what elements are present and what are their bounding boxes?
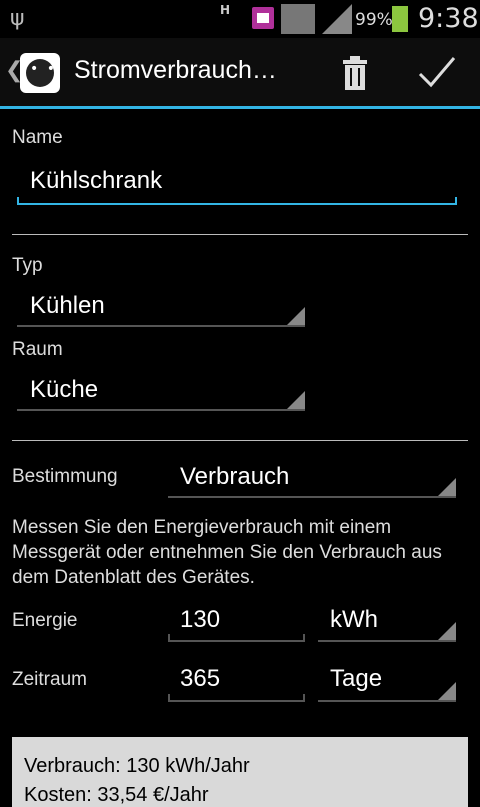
energie-field-underline (168, 634, 305, 642)
spinner-arrow-icon (438, 622, 456, 640)
action-bar: ❮ Stromverbrauch… (0, 38, 480, 106)
delete-icon[interactable] (340, 56, 370, 90)
raum-spinner-underline (17, 409, 305, 411)
section-divider (12, 440, 468, 441)
clock: 9:38 (418, 3, 479, 34)
zeitraum-unit-underline (318, 700, 456, 702)
app-icon[interactable] (20, 53, 60, 93)
battery-percent: 99% (355, 10, 393, 30)
energie-field[interactable]: 130 (180, 606, 220, 634)
battery-icon (392, 6, 408, 32)
name-field-underline (17, 197, 457, 205)
status-bar: ψ H 99% 9:38 (0, 0, 480, 38)
typ-label: Typ (12, 255, 43, 276)
spinner-arrow-icon (287, 391, 305, 409)
confirm-check-icon[interactable] (418, 54, 456, 90)
zeitraum-unit-spinner[interactable]: Tage (330, 665, 382, 693)
cell-signal-icon (322, 4, 352, 34)
typ-spinner-underline (17, 325, 305, 327)
spinner-arrow-icon (438, 478, 456, 496)
zeitraum-field[interactable]: 365 (180, 665, 220, 693)
bestimmung-spinner[interactable]: Verbrauch (180, 463, 289, 491)
action-bar-divider (0, 106, 480, 109)
typ-spinner[interactable]: Kühlen (30, 292, 105, 320)
network-type-icon: H (220, 3, 231, 17)
spinner-arrow-icon (287, 307, 305, 325)
page-title: Stromverbrauch… (74, 56, 277, 84)
name-label: Name (12, 127, 63, 148)
raum-spinner[interactable]: Küche (30, 376, 98, 404)
zeitraum-label: Zeitraum (12, 669, 87, 690)
home-notification-icon (252, 7, 274, 29)
bestimmung-label: Bestimmung (12, 466, 118, 487)
section-divider (12, 234, 468, 235)
usb-icon: ψ (10, 6, 25, 31)
wifi-signal-icon (281, 4, 315, 34)
summary-costs: Kosten: 33,54 €/Jahr (24, 784, 209, 806)
raum-label: Raum (12, 339, 63, 360)
bestimmung-spinner-underline (168, 496, 456, 498)
spinner-arrow-icon (438, 682, 456, 700)
energie-unit-spinner[interactable]: kWh (330, 606, 378, 634)
energie-unit-underline (318, 640, 456, 642)
summary-consumption: Verbrauch: 130 kWh/Jahr (24, 755, 250, 777)
name-field[interactable]: Kühlschrank (30, 167, 162, 195)
energie-label: Energie (12, 610, 78, 631)
summary-panel: Verbrauch: 130 kWh/Jahr Kosten: 33,54 €/… (12, 737, 468, 807)
description-text: Messen Sie den Energieverbrauch mit eine… (12, 517, 442, 588)
zeitraum-field-underline (168, 694, 305, 702)
